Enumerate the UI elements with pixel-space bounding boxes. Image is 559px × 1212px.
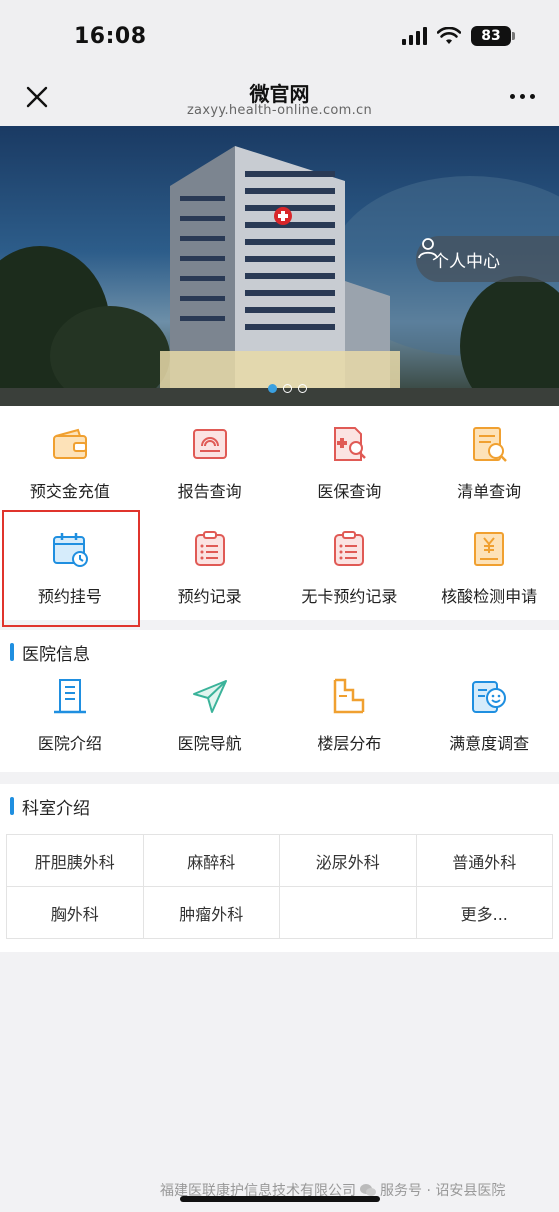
department-cell-empty	[280, 887, 417, 939]
battery-icon: 83	[471, 26, 515, 46]
carousel-indicator[interactable]	[268, 384, 307, 393]
service-cardless-appointment-record[interactable]: 无卡预约记录	[280, 511, 420, 616]
wallet-icon	[48, 422, 92, 466]
department-cell[interactable]: 胸外科	[7, 887, 144, 939]
hospital-navigation[interactable]: 医院导航	[140, 664, 280, 762]
status-icons: 83	[402, 26, 515, 46]
departments-title: 科室介绍	[22, 798, 90, 819]
section-title: 科室介绍	[0, 784, 559, 828]
department-cell[interactable]: 普通外科	[416, 835, 553, 887]
highlight-box	[2, 510, 140, 627]
department-cell[interactable]: 肿瘤外科	[143, 887, 280, 939]
service-label: 核酸检测申请	[441, 587, 538, 606]
hospital-info-label: 医院导航	[177, 734, 242, 753]
building-icon	[48, 674, 92, 718]
department-cell[interactable]: 泌尿外科	[280, 835, 417, 887]
bill-search-icon	[467, 422, 511, 466]
yuan-document-icon	[467, 527, 511, 571]
service-label: 报告查询	[177, 482, 242, 501]
clipboard-list-icon	[327, 527, 371, 571]
hospital-info-label: 满意度调查	[449, 734, 530, 753]
service-grid: 预交金充值 报告查询 医保查询 清单查询 预约挂号 预约记录 无卡预约记录 核酸…	[0, 406, 559, 627]
service-label: 预交金充值	[29, 482, 110, 501]
service-label: 无卡预约记录	[301, 587, 398, 606]
personal-center-label: 个人中心	[432, 251, 500, 272]
wechat-icon	[360, 1184, 376, 1196]
service-nucleic-acid-test[interactable]: 核酸检测申请	[419, 511, 559, 616]
hospital-info-label: 楼层分布	[317, 734, 382, 753]
clipboard-list-icon	[188, 527, 232, 571]
wifi-icon	[437, 27, 461, 44]
page-url: zaxyy.health-online.com.cn	[186, 103, 373, 118]
hospital-info-section: 医院信息 医院介绍 医院导航 楼层分布 满意度调查	[0, 630, 559, 772]
service-insurance-query[interactable]: 医保查询	[280, 406, 420, 511]
department-cell[interactable]: 肝胆胰外科	[7, 835, 144, 887]
departments-section: 科室介绍 肝胆胰外科 麻醉科 泌尿外科 普通外科 胸外科 肿瘤外科 更多...	[0, 784, 559, 952]
department-cell[interactable]: 麻醉科	[143, 835, 280, 887]
department-table: 肝胆胰外科 麻醉科 泌尿外科 普通外科 胸外科 肿瘤外科 更多...	[6, 834, 553, 939]
more-menu-icon[interactable]	[510, 94, 535, 99]
hospital-introduction[interactable]: 医院介绍	[0, 664, 140, 762]
nav-bar: 微官网 zaxyy.health-online.com.cn	[0, 72, 559, 126]
navigation-icon	[188, 674, 232, 718]
carousel-dot[interactable]	[268, 384, 277, 393]
service-appointment-record[interactable]: 预约记录	[140, 511, 280, 616]
floor-stairs-icon	[327, 674, 371, 718]
service-bill-query[interactable]: 清单查询	[419, 406, 559, 511]
hospital-banner[interactable]: 个人中心	[0, 126, 559, 406]
footer-account: 服务号 · 诏安县医院	[380, 1183, 506, 1199]
status-time: 16:08	[74, 24, 147, 49]
carousel-dot[interactable]	[283, 384, 292, 393]
hospital-info-title: 医院信息	[22, 644, 90, 665]
insurance-search-icon	[327, 422, 371, 466]
home-indicator[interactable]	[180, 1196, 380, 1202]
cellular-signal-icon	[402, 27, 427, 45]
floor-distribution[interactable]: 楼层分布	[280, 664, 420, 762]
carousel-dot[interactable]	[298, 384, 307, 393]
personal-center-button[interactable]: 个人中心	[416, 236, 559, 282]
survey-smile-icon	[467, 674, 511, 718]
user-icon	[418, 238, 438, 259]
status-bar: 16:08 83	[0, 0, 559, 72]
service-report-query[interactable]: 报告查询	[140, 406, 280, 511]
more-departments-link[interactable]: 更多...	[416, 887, 553, 939]
satisfaction-survey[interactable]: 满意度调查	[419, 664, 559, 762]
service-label: 预约记录	[177, 587, 242, 606]
service-label: 清单查询	[457, 482, 522, 501]
service-label: 医保查询	[317, 482, 382, 501]
hospital-info-label: 医院介绍	[37, 734, 102, 753]
report-scan-icon	[188, 422, 232, 466]
service-prepay-topup[interactable]: 预交金充值	[0, 406, 140, 511]
